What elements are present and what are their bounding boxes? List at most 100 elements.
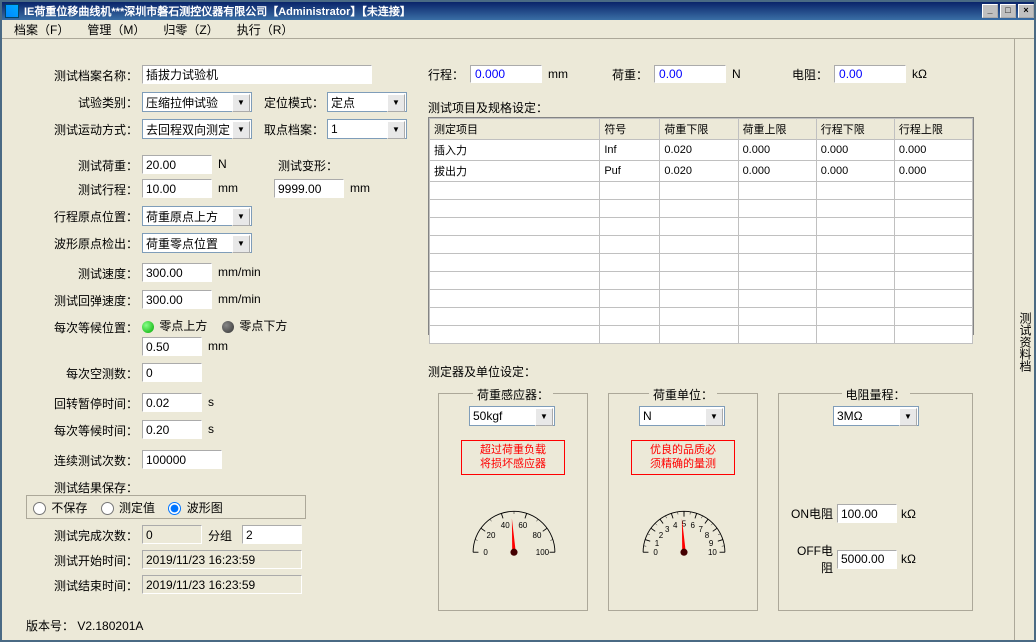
svg-text:3: 3 — [665, 525, 670, 534]
svg-text:4: 4 — [673, 521, 678, 530]
profile-name-input[interactable] — [142, 65, 372, 84]
dot-dark-icon — [222, 321, 234, 333]
waitpos-unit: mm — [208, 339, 228, 353]
end-input — [142, 575, 302, 594]
profile-name-label: 测试档案名称： — [26, 67, 138, 84]
cont-input[interactable] — [142, 450, 222, 469]
result-opt-value[interactable]: 测定值 — [101, 501, 155, 515]
menu-reset[interactable]: 归零（Z） — [155, 20, 226, 39]
svg-text:60: 60 — [518, 521, 527, 530]
load-unit: N — [218, 157, 227, 171]
start-label: 测试开始时间： — [26, 552, 138, 569]
menu-run[interactable]: 执行（R） — [229, 20, 302, 39]
waitpos-label: 每次等候位置： — [26, 319, 138, 336]
unit-box: 荷重单位： N 优良的品质必须精确的量测 012345678910 — [608, 393, 758, 611]
resist-box: 电阻量程： 3MΩ ON电阻 kΩ OFF电阻 kΩ — [778, 393, 973, 611]
client-area: 测试档案名称： 试验类别： 压缩拉伸试验 定位模式： 定点 测试运动方式： 去回… — [2, 39, 1034, 640]
status-resist: 电阻： 0.00 kΩ — [792, 65, 927, 83]
svg-text:6: 6 — [691, 521, 696, 530]
svg-text:0: 0 — [483, 548, 488, 557]
unit-select[interactable]: N — [639, 406, 725, 426]
group-input[interactable] — [242, 525, 302, 544]
main-panel: 测试档案名称： 试验类别： 压缩拉伸试验 定位模式： 定点 测试运动方式： 去回… — [2, 39, 1014, 640]
wait-input[interactable] — [142, 420, 202, 439]
travel-label: 测试行程： — [50, 181, 138, 198]
minimize-button[interactable]: _ — [982, 4, 998, 18]
pos-mode-select[interactable]: 定点 — [327, 92, 407, 112]
maximize-button[interactable]: □ — [1000, 4, 1016, 18]
status-travel: 行程： 0.000 mm — [428, 65, 568, 83]
unit-caption: 荷重单位： — [649, 386, 717, 403]
origin-select[interactable]: 荷重原点上方 — [142, 206, 252, 226]
resist-select[interactable]: 3MΩ — [833, 406, 919, 426]
titlebar: IE荷重位移曲线机***深圳市磐石测控仪器有限公司【Administrator】… — [2, 2, 1034, 20]
result-label: 测试结果保存： — [26, 479, 138, 496]
off-resist-label: OFF电阻 — [791, 542, 833, 576]
end-label: 测试结束时间： — [26, 577, 138, 594]
waitpos-opt-a[interactable]: 零点上方 — [142, 317, 207, 334]
speed-input[interactable] — [142, 263, 212, 282]
group-label: 分组 — [208, 527, 244, 544]
sensor-gauge: 020406080100 — [459, 490, 569, 570]
off-resist-row: OFF电阻 kΩ — [791, 542, 916, 576]
on-resist-unit: kΩ — [901, 507, 916, 521]
deform-input[interactable] — [274, 179, 344, 198]
on-resist-label: ON电阻 — [791, 505, 833, 522]
rebound-label: 测试回弹速度： — [26, 292, 138, 309]
wait-label: 每次等候时间： — [26, 422, 138, 439]
sensor-select[interactable]: 50kgf — [469, 406, 555, 426]
motion-label: 测试运动方式： — [26, 121, 138, 138]
pause-input[interactable] — [142, 393, 202, 412]
result-opt-wave[interactable]: 波形图 — [168, 501, 222, 515]
unit-gauge: 012345678910 — [629, 490, 739, 570]
travel-input[interactable] — [142, 179, 212, 198]
pos-mode-label: 定位模式： — [260, 94, 324, 111]
close-button[interactable]: × — [1018, 4, 1034, 18]
done-input — [142, 525, 202, 544]
test-type-select[interactable]: 压缩拉伸试验 — [142, 92, 252, 112]
load-input[interactable] — [142, 155, 212, 174]
menu-manage[interactable]: 管理（M） — [79, 20, 153, 39]
window-controls: _ □ × — [980, 4, 1034, 18]
done-label: 测试完成次数： — [26, 527, 138, 544]
svg-text:9: 9 — [709, 539, 714, 548]
pause-label: 回转暂停时间： — [26, 395, 138, 412]
off-resist-unit: kΩ — [901, 552, 916, 566]
version-label: 版本号： V2.180201A — [26, 617, 143, 634]
dot-green-icon — [142, 321, 154, 333]
points-label: 取点档案： — [260, 121, 324, 138]
points-select[interactable]: 1 — [327, 119, 407, 139]
test-type-label: 试验类别： — [50, 94, 138, 111]
sidebar-tab[interactable]: 测试资料档 — [1014, 39, 1034, 640]
svg-text:10: 10 — [708, 548, 717, 557]
sensor-caption: 荷重感应器： — [473, 386, 553, 403]
meter-title: 测定器及单位设定： — [428, 363, 536, 380]
sensor-box: 荷重感应器： 50kgf 超过荷重负载将损坏感应器 020406080100 — [438, 393, 588, 611]
result-group: 不保存 测定值 波形图 — [26, 495, 306, 519]
menu-file[interactable]: 档案（F） — [6, 20, 77, 39]
unit-warning: 优良的品质必须精确的量测 — [631, 440, 735, 475]
waitpos-opt-b[interactable]: 零点下方 — [222, 317, 287, 334]
speed-label: 测试速度： — [50, 265, 138, 282]
waitpos-input[interactable] — [142, 337, 202, 356]
rebound-input[interactable] — [142, 290, 212, 309]
wave-label: 波形原点检出： — [26, 235, 138, 252]
svg-text:0: 0 — [653, 548, 658, 557]
status-load: 荷重： 0.00 N — [612, 65, 741, 83]
empty-label: 每次空测数： — [38, 365, 138, 382]
app-window: IE荷重位移曲线机***深圳市磐石测控仪器有限公司【Administrator】… — [0, 0, 1036, 642]
off-resist-input[interactable] — [837, 550, 897, 569]
rebound-unit: mm/min — [218, 292, 261, 306]
deform-label: 测试变形： — [274, 157, 338, 174]
svg-text:40: 40 — [501, 521, 510, 530]
empty-input[interactable] — [142, 363, 202, 382]
svg-text:1: 1 — [655, 539, 660, 548]
motion-select[interactable]: 去回程双向测定 — [142, 119, 252, 139]
start-input — [142, 550, 302, 569]
spec-table[interactable]: 测定项目符号荷重下限荷重上限行程下限行程上限插入力Inf0.0200.0000.… — [428, 117, 974, 335]
result-opt-none[interactable]: 不保存 — [33, 501, 87, 515]
on-resist-row: ON电阻 kΩ — [791, 504, 916, 523]
on-resist-input[interactable] — [837, 504, 897, 523]
wave-select[interactable]: 荷重零点位置 — [142, 233, 252, 253]
sensor-warning: 超过荷重负载将损坏感应器 — [461, 440, 565, 475]
